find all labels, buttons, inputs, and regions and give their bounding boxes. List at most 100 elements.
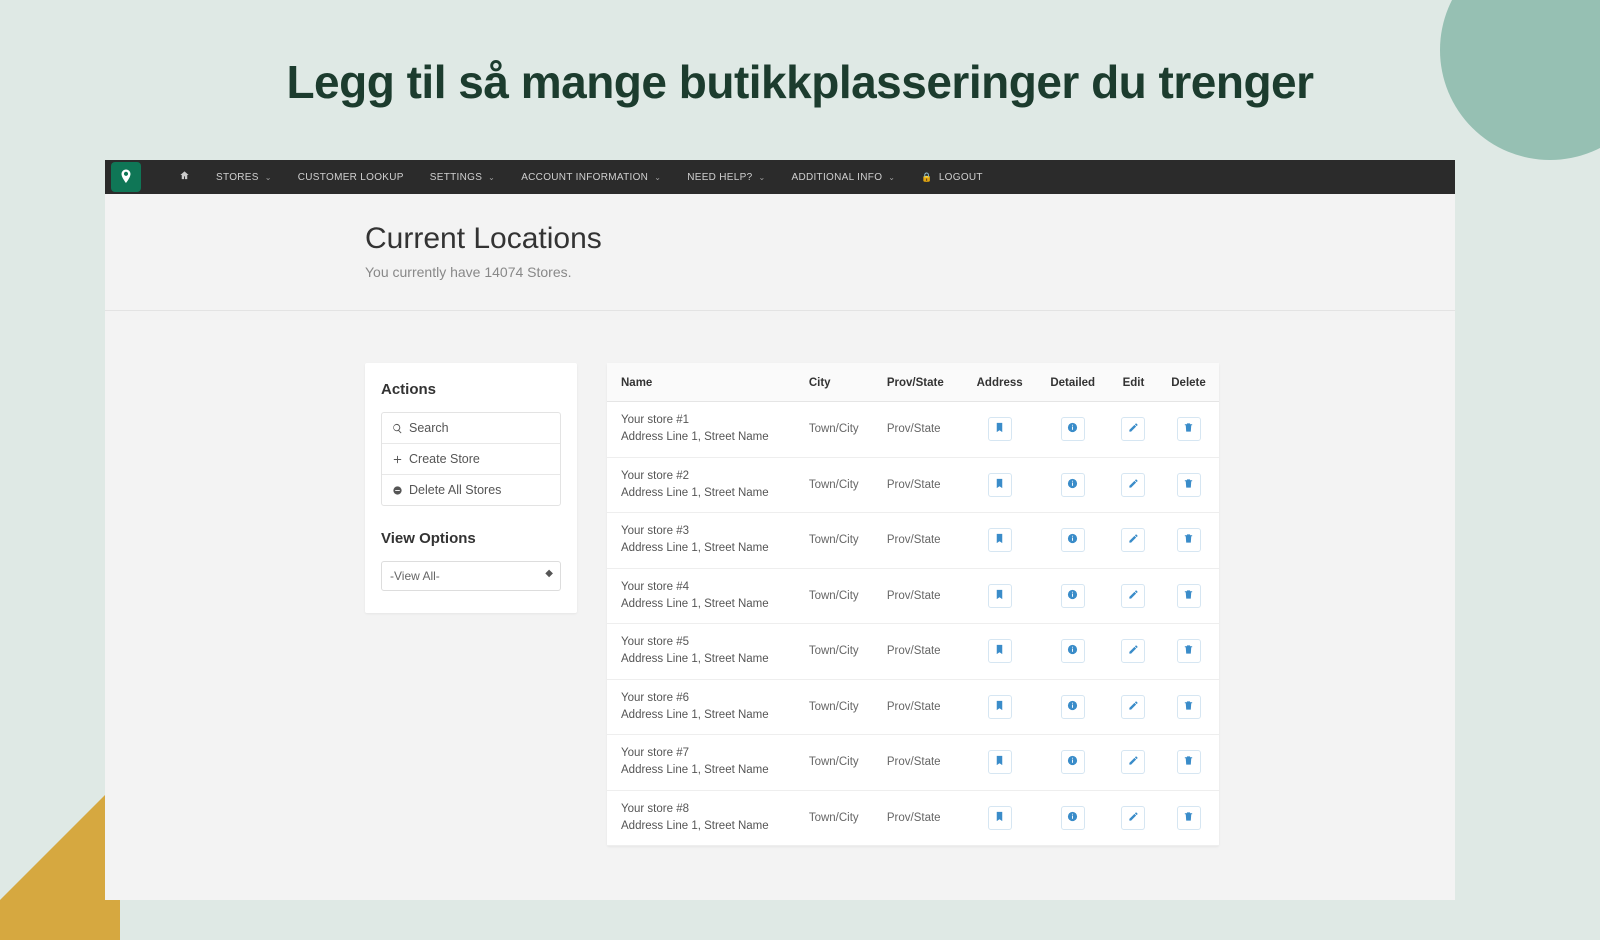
nav-additional-info-label: ADDITIONAL INFO — [791, 172, 882, 183]
app-window: STORES⌄ CUSTOMER LOOKUP SETTINGS⌄ ACCOUN… — [105, 160, 1455, 900]
cell-city: Town/City — [799, 679, 877, 735]
detailed-button[interactable] — [1061, 473, 1085, 497]
subtitle-prefix: You currently have — [365, 264, 484, 280]
delete-button[interactable] — [1177, 584, 1201, 608]
edit-button[interactable] — [1121, 639, 1145, 663]
edit-button[interactable] — [1121, 695, 1145, 719]
cell-prov: Prov/State — [877, 513, 963, 569]
nav-need-help[interactable]: NEED HELP?⌄ — [687, 172, 765, 183]
delete-button[interactable] — [1177, 639, 1201, 663]
delete-button[interactable] — [1177, 528, 1201, 552]
page-subtitle: You currently have 14074 Stores. — [365, 264, 1455, 280]
bookmark-icon — [994, 422, 1005, 436]
minus-circle-icon — [392, 485, 403, 496]
chevron-down-icon: ⌄ — [758, 173, 765, 182]
table-row: Your store #1Address Line 1, Street Name… — [607, 402, 1219, 458]
bookmark-icon — [994, 811, 1005, 825]
cell-prov: Prov/State — [877, 624, 963, 680]
cell-city: Town/City — [799, 402, 877, 458]
trash-icon — [1183, 811, 1194, 825]
content-area: Actions Search Create Store Delete Al — [105, 310, 1455, 846]
cell-prov: Prov/State — [877, 568, 963, 624]
action-create-store[interactable]: Create Store — [382, 443, 560, 474]
edit-button[interactable] — [1121, 417, 1145, 441]
action-delete-all[interactable]: Delete All Stores — [382, 474, 560, 505]
table-row: Your store #6Address Line 1, Street Name… — [607, 679, 1219, 735]
th-detailed: Detailed — [1037, 363, 1109, 402]
detailed-button[interactable] — [1061, 695, 1085, 719]
trash-icon — [1183, 755, 1194, 769]
table-row: Your store #7Address Line 1, Street Name… — [607, 735, 1219, 791]
trash-icon — [1183, 422, 1194, 436]
delete-button[interactable] — [1177, 806, 1201, 830]
marketing-headline: Legg til så mange butikkplasseringer du … — [0, 55, 1600, 109]
address-button[interactable] — [988, 528, 1012, 552]
nav-stores[interactable]: STORES⌄ — [216, 172, 272, 183]
edit-button[interactable] — [1121, 806, 1145, 830]
view-select[interactable]: -View All- — [381, 561, 561, 591]
action-create-label: Create Store — [409, 452, 480, 466]
detailed-button[interactable] — [1061, 417, 1085, 441]
home-icon — [179, 170, 190, 181]
delete-button[interactable] — [1177, 417, 1201, 441]
bookmark-icon — [994, 644, 1005, 658]
edit-button[interactable] — [1121, 750, 1145, 774]
cell-name: Your store #5Address Line 1, Street Name — [607, 624, 799, 680]
address-button[interactable] — [988, 806, 1012, 830]
nav-home-icon[interactable] — [179, 170, 190, 184]
delete-button[interactable] — [1177, 473, 1201, 497]
action-search[interactable]: Search — [382, 413, 560, 443]
detailed-button[interactable] — [1061, 806, 1085, 830]
nav-account-info[interactable]: ACCOUNT INFORMATION⌄ — [521, 172, 661, 183]
stores-table: Name City Prov/State Address Detailed Ed… — [607, 363, 1219, 846]
bookmark-icon — [994, 755, 1005, 769]
delete-button[interactable] — [1177, 750, 1201, 774]
cell-city: Town/City — [799, 790, 877, 846]
cell-name: Your store #3Address Line 1, Street Name — [607, 513, 799, 569]
sidebar-column: Actions Search Create Store Delete Al — [365, 363, 577, 846]
cell-prov: Prov/State — [877, 679, 963, 735]
info-icon — [1067, 700, 1078, 714]
edit-icon — [1128, 644, 1139, 658]
nav-additional-info[interactable]: ADDITIONAL INFO ⌄ — [791, 172, 895, 183]
trash-icon — [1183, 644, 1194, 658]
edit-icon — [1128, 422, 1139, 436]
action-search-label: Search — [409, 421, 449, 435]
table-row: Your store #8Address Line 1, Street Name… — [607, 790, 1219, 846]
lock-icon: 🔒 — [921, 172, 933, 183]
cell-city: Town/City — [799, 624, 877, 680]
address-button[interactable] — [988, 750, 1012, 774]
delete-button[interactable] — [1177, 695, 1201, 719]
cell-name: Your store #6Address Line 1, Street Name — [607, 679, 799, 735]
trash-icon — [1183, 700, 1194, 714]
edit-button[interactable] — [1121, 528, 1145, 552]
view-select-wrap: -View All- ◆ — [381, 561, 561, 591]
detailed-button[interactable] — [1061, 750, 1085, 774]
detailed-button[interactable] — [1061, 584, 1085, 608]
detailed-button[interactable] — [1061, 639, 1085, 663]
stores-table-panel: Name City Prov/State Address Detailed Ed… — [607, 363, 1219, 846]
address-button[interactable] — [988, 584, 1012, 608]
chevron-down-icon: ⌄ — [888, 173, 895, 182]
cell-prov: Prov/State — [877, 457, 963, 513]
address-button[interactable] — [988, 417, 1012, 441]
address-button[interactable] — [988, 695, 1012, 719]
nav-customer-lookup[interactable]: CUSTOMER LOOKUP — [298, 172, 404, 183]
cell-city: Town/City — [799, 457, 877, 513]
detailed-button[interactable] — [1061, 528, 1085, 552]
address-button[interactable] — [988, 639, 1012, 663]
nav-logout[interactable]: 🔒LOGOUT — [921, 172, 983, 183]
edit-button[interactable] — [1121, 584, 1145, 608]
navbar: STORES⌄ CUSTOMER LOOKUP SETTINGS⌄ ACCOUN… — [105, 160, 1455, 194]
table-row: Your store #5Address Line 1, Street Name… — [607, 624, 1219, 680]
table-row: Your store #3Address Line 1, Street Name… — [607, 513, 1219, 569]
chevron-down-icon: ⌄ — [654, 173, 661, 182]
actions-heading: Actions — [381, 381, 561, 398]
edit-button[interactable] — [1121, 473, 1145, 497]
address-button[interactable] — [988, 473, 1012, 497]
brand-logo[interactable] — [111, 162, 141, 192]
nav-settings[interactable]: SETTINGS⌄ — [430, 172, 495, 183]
cell-name: Your store #2Address Line 1, Street Name — [607, 457, 799, 513]
cell-city: Town/City — [799, 513, 877, 569]
trash-icon — [1183, 478, 1194, 492]
